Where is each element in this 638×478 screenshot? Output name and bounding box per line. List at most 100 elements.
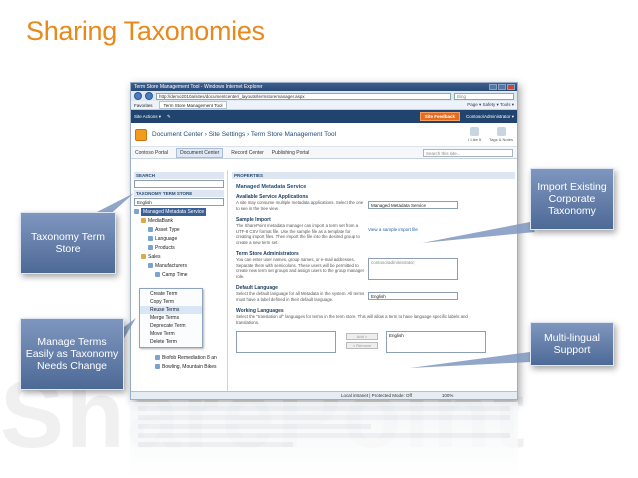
context-menu-item[interactable]: Reuse Terms <box>140 306 202 314</box>
favorites-bar: Favorites Term Store Management Tool Pag… <box>131 101 517 110</box>
tree-item[interactable]: Biofob Remediation 8 an <box>134 354 217 363</box>
i-like-it-button[interactable]: I Like It <box>468 127 481 142</box>
property-section: Sample Import The SharePoint metadata man… <box>236 217 515 245</box>
service-application-select[interactable]: Managed Metadata Service <box>368 201 458 209</box>
tree-item[interactable]: Manufacturers <box>134 262 224 271</box>
callout-manage-terms: Manage Terms Easily as Taxonomy Needs Ch… <box>20 318 124 390</box>
language-select[interactable]: English <box>134 198 224 206</box>
search-header: SEARCH <box>134 172 224 179</box>
sharepoint-ribbon: Site Actions ▾ ✎ Site Feedback Contoso\A… <box>131 110 517 123</box>
minimize-button[interactable] <box>489 84 497 90</box>
context-menu-item[interactable]: Move Term <box>140 330 202 338</box>
default-language-select[interactable]: English <box>368 292 458 300</box>
section-description: You can enter user names, group names, o… <box>236 257 365 279</box>
tree-item-label: Manufacturers <box>155 263 187 269</box>
tree-item[interactable]: Language <box>134 235 224 244</box>
left-panel: SEARCH TAXONOMY TERM STORE English Manag… <box>131 170 228 399</box>
property-sections: Available Service Applications A site may… <box>232 194 515 302</box>
tree-item[interactable]: Products <box>134 244 224 253</box>
tree-item[interactable]: Sales <box>134 253 224 262</box>
sample-import-link[interactable]: View a sample import file <box>368 227 418 232</box>
tree-item[interactable]: Managed Metadata Service <box>134 208 224 217</box>
available-languages-list[interactable] <box>236 331 336 353</box>
tree-item[interactable]: MediaBank <box>134 217 224 226</box>
callout-multi-lingual: Multi-lingual Support <box>530 322 614 366</box>
back-icon[interactable] <box>134 92 142 100</box>
browser-search-input[interactable]: Bing <box>454 92 514 100</box>
section-description: Select the default language for all Meta… <box>236 291 365 302</box>
term-set-icon <box>148 263 153 269</box>
property-section: Available Service Applications A site may… <box>236 194 515 211</box>
term-icon <box>155 364 160 370</box>
window-titlebar: Term Store Management Tool - Windows Int… <box>131 83 517 91</box>
site-search-input[interactable]: Search this site... <box>423 148 513 157</box>
term-tree: Managed Metadata Service MediaBank Asset T… <box>134 208 224 280</box>
command-bar[interactable]: Page ▾ Safety ▾ Tools ▾ <box>467 102 514 108</box>
add-language-button[interactable]: Add > <box>346 333 378 340</box>
tree-item-label: Managed Metadata Service <box>141 208 207 216</box>
site-logo-icon <box>135 128 147 141</box>
property-section: Term Store Administrators You can enter u… <box>236 251 515 280</box>
nav-document-center[interactable]: Document Center <box>176 147 224 158</box>
callout-import-taxonomy: Import Existing Corporate Taxonomy <box>530 168 614 230</box>
administrators-field[interactable]: contoso\administrator; <box>368 258 458 280</box>
term-icon <box>155 355 160 361</box>
properties-header: PROPERTIES <box>232 172 515 179</box>
term-search-input[interactable] <box>134 180 224 188</box>
tag-icon <box>496 127 506 136</box>
nav-contoso-portal[interactable]: Contoso Portal <box>135 150 168 156</box>
language-buttons: Add > < Remove <box>346 333 378 351</box>
nav-publishing-portal[interactable]: Publishing Portal <box>272 150 310 156</box>
tags-notes-button[interactable]: Tags & Notes <box>489 127 513 142</box>
term-set-icon <box>148 236 153 242</box>
browser-window: Term Store Management Tool - Windows Int… <box>130 82 518 400</box>
user-menu[interactable]: Contoso\Administrator ▾ <box>466 114 514 120</box>
page-body: SEARCH TAXONOMY TERM STORE English Manag… <box>131 170 517 399</box>
context-menu-item[interactable]: Deprecate Term <box>140 322 202 330</box>
remove-language-button[interactable]: < Remove <box>346 342 378 349</box>
browser-tab[interactable]: Term Store Management Tool <box>158 101 228 109</box>
tree-item-label: Language <box>155 236 178 242</box>
term-set-icon <box>134 209 139 215</box>
term-set-icon <box>148 227 153 233</box>
tree-item[interactable]: Camp Time <box>134 271 224 280</box>
address-bar[interactable]: http://demo2010a/sites/documentcenter/_l… <box>156 92 451 100</box>
language-picker: Add > < Remove English <box>236 331 515 355</box>
favorites-button[interactable]: Favorites <box>134 103 153 108</box>
context-menu-item[interactable]: Merge Terms <box>140 314 202 322</box>
slide: SharePoint Sharing Taxonomies Term Store… <box>0 0 638 478</box>
breadcrumb[interactable]: Document Center › Site Settings › Term S… <box>152 131 336 138</box>
window-title: Term Store Management Tool - Windows Int… <box>134 84 263 90</box>
tree-item-label: Bowling, Mountain Bikes <box>162 364 217 370</box>
close-button[interactable] <box>507 84 515 90</box>
tree-header: TAXONOMY TERM STORE <box>134 190 224 197</box>
tree-item-label: Camp Time <box>162 272 188 278</box>
top-navigation: Contoso Portal Document Center Record Ce… <box>131 147 517 159</box>
tree-item-label: Biofob Remediation 8 an <box>162 355 217 361</box>
slide-title: Sharing Taxonomies <box>26 16 265 46</box>
status-zoom[interactable]: 100% <box>442 393 454 398</box>
context-menu-item[interactable]: Create Term <box>140 290 202 298</box>
window-controls <box>489 84 515 90</box>
nav-record-center[interactable]: Record Center <box>231 150 264 156</box>
site-feedback-button[interactable]: Site Feedback <box>419 112 460 121</box>
forward-icon[interactable] <box>145 92 153 100</box>
tree-item[interactable]: Asset Type <box>134 226 224 235</box>
section-description: A site may consume multiple metadata app… <box>236 200 364 211</box>
tree-item[interactable]: Bowling, Mountain Bikes <box>134 363 217 372</box>
window-reflection <box>130 402 518 478</box>
selected-languages-list[interactable]: English <box>386 331 486 353</box>
tree-item-label: Sales <box>148 254 161 260</box>
context-menu-item[interactable]: Copy Term <box>140 298 202 306</box>
maximize-button[interactable] <box>498 84 506 90</box>
site-actions-menu[interactable]: Site Actions ▾ <box>134 114 161 120</box>
tree-item-label: Asset Type <box>155 227 180 233</box>
tree-item-label: MediaBank <box>148 218 174 224</box>
context-menu-item[interactable]: Delete Term <box>140 338 202 346</box>
working-languages-section: Working Languages Select the "translatio… <box>236 308 515 325</box>
tree-item-label: Products <box>155 245 175 251</box>
section-description: The SharePoint metadata manager can impo… <box>236 223 360 245</box>
address-toolbar: http://demo2010a/sites/documentcenter/_l… <box>131 91 517 101</box>
site-header: Document Center › Site Settings › Term S… <box>131 123 517 147</box>
edit-page-icon[interactable]: ✎ <box>167 114 171 120</box>
